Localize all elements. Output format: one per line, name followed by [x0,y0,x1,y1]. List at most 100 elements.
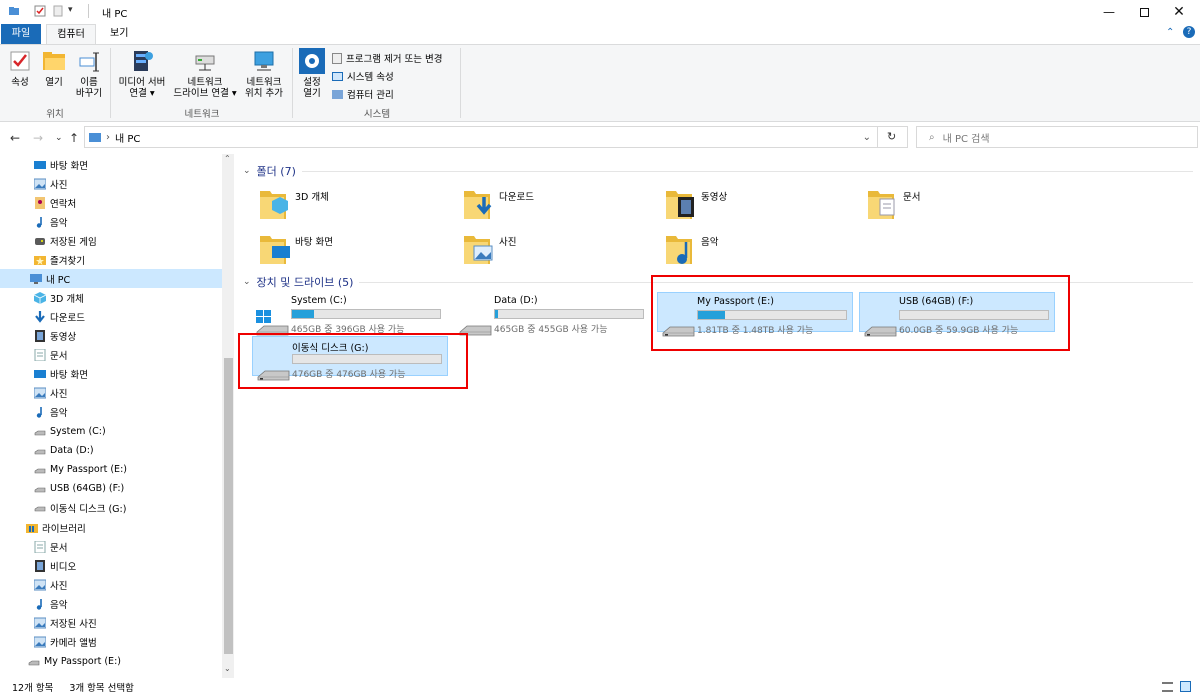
item-count: 12개 항목 [12,683,54,694]
sidebar-item[interactable]: 동영상 [0,326,222,345]
new-folder-quick-icon[interactable] [52,5,64,17]
pictures-folder-icon [462,230,496,269]
recent-locations-chevron-icon[interactable]: ⌄ [55,133,63,143]
sidebar-item[interactable]: 이동식 디스크 (G:) [0,498,222,517]
sidebar-item[interactable]: 문서 [0,345,222,364]
sidebar-item[interactable]: USB (64GB) (F:) [0,479,222,498]
collapse-ribbon-icon[interactable]: ⌃ [1166,27,1174,38]
title-bar: ▾ 내 PC — ✕ [0,0,1200,24]
system-properties-button[interactable]: 시스템 속성 [332,69,394,83]
add-network-location-button[interactable]: 네트워크 위치 추가 [240,48,288,99]
sidebar-item[interactable]: 음악 [0,212,222,231]
open-settings-button[interactable]: 설정 열기 [297,48,327,99]
properties-quick-icon[interactable] [34,5,46,17]
breadcrumb-pc[interactable]: 내 PC [115,130,140,145]
folder-item[interactable]: 음악 [664,228,844,268]
sidebar-item-label: 문서 [50,542,68,554]
sidebar-item[interactable]: 연락처 [0,193,222,212]
open-button[interactable]: 열기 [40,48,68,88]
search-box[interactable]: ⌕ 내 PC 검색 [916,126,1198,148]
sidebar-item[interactable]: 음악 [0,402,222,421]
sidebar-item[interactable]: 바탕 화면 [0,364,222,383]
drive-icon [34,502,46,514]
drive-item[interactable]: System (C:) 465GB 중 396GB 사용 가능 [252,292,448,336]
close-button[interactable]: ✕ [1162,0,1196,24]
folder-item[interactable]: 동영상 [664,183,844,223]
sidebar-item[interactable]: 사진 [0,383,222,402]
scrollbar-thumb[interactable] [224,358,233,654]
network-location-icon [251,48,277,74]
up-arrow-icon[interactable]: ↑ [69,131,79,145]
sidebar-item[interactable]: 저장된 게임 [0,231,222,250]
uninstall-icon [332,52,342,64]
sidebar-item[interactable]: Data (D:) [0,441,222,460]
search-icon: ⌕ [929,131,935,143]
folder-label: 3D 개체 [295,192,329,203]
highlight-box-e-f [651,275,1070,351]
folder-item[interactable]: 다운로드 [462,183,642,223]
sidebar-item-label: 문서 [50,350,68,362]
customize-qa-chevron-icon[interactable]: ▾ [68,5,80,17]
minimize-button[interactable]: — [1092,0,1126,24]
rename-button[interactable]: 이름 바꾸기 [72,48,106,99]
sidebar-item[interactable]: 비디오 [0,556,222,575]
documents-icon [34,540,46,553]
address-dropdown-chevron-icon[interactable]: ⌄ [863,132,871,143]
open-label: 열기 [45,77,63,88]
large-icons-view-icon[interactable] [1180,681,1191,692]
folder-item[interactable]: 바탕 화면 [258,228,438,268]
sidebar-item-label: 카메라 앨범 [50,637,97,649]
network-group-label: 네트워크 [184,109,220,120]
sidebar-item[interactable]: 사진 [0,174,222,193]
folder-item[interactable]: 3D 개체 [258,183,438,223]
capacity-bar-fill [292,310,315,318]
games-icon [34,235,46,247]
scroll-down-icon[interactable]: ⌄ [224,664,231,673]
sidebar-item[interactable]: 카메라 앨범 [0,632,222,651]
uninstall-program-button[interactable]: 프로그램 제거 또는 변경 [332,51,442,65]
scroll-up-icon[interactable]: ⌃ [224,154,231,163]
tab-computer[interactable]: 컴퓨터 [46,24,96,44]
sidebar-item[interactable]: 음악 [0,594,222,613]
folders-section-header[interactable]: ⌄ 폴더 (7) [243,163,1193,179]
download-icon [34,310,46,323]
sidebar-item[interactable]: 내 PC [0,269,222,288]
help-icon[interactable]: ? [1183,26,1195,38]
sidebar-item[interactable]: 사진 [0,575,222,594]
sidebar-item[interactable]: 문서 [0,537,222,556]
sidebar-item[interactable]: 즐겨찾기 [0,250,222,269]
refresh-icon: ↻ [887,130,897,143]
computer-management-button[interactable]: 컴퓨터 관리 [332,87,394,101]
address-bar[interactable]: › 내 PC ⌄ [84,126,878,148]
drive-item[interactable]: Data (D:) 465GB 중 455GB 사용 가능 [455,292,651,336]
folder-item[interactable]: 사진 [462,228,642,268]
sidebar-item[interactable]: 바탕 화면 [0,155,222,174]
details-view-icon[interactable] [1162,682,1173,692]
windows-drive-icon [256,310,289,336]
sidebar-item[interactable]: 다운로드 [0,307,222,326]
pc-icon [89,132,101,142]
title-separator [88,4,89,18]
sidebar-item-label: 라이브러리 [42,523,86,535]
sidebar-item-label: 음악 [50,407,68,419]
forward-arrow-icon[interactable]: → [33,131,43,145]
tab-view[interactable]: 보기 [100,24,138,44]
pictures-icon [34,178,46,190]
computer-management-icon [332,89,343,99]
sidebar-item[interactable]: My Passport (E:) [0,652,222,671]
map-network-drive-button[interactable]: 네트워크 드라이브 연결 ▾ [172,48,238,99]
sidebar-item[interactable]: 저장된 사진 [0,613,222,632]
media-server-label-1: 미디어 서버 [118,77,166,88]
properties-button[interactable]: 속성 [6,48,34,88]
back-arrow-icon[interactable]: ← [10,131,20,145]
sidebar-item[interactable]: System (C:) [0,422,222,441]
tab-file[interactable]: 파일 [1,24,41,44]
sidebar-item[interactable]: 라이브러리 [0,518,222,537]
refresh-button[interactable]: ↻ [878,126,908,148]
maximize-button[interactable] [1127,0,1161,24]
sidebar-item[interactable]: 3D 개체 [0,288,222,307]
media-server-button[interactable]: 미디어 서버 연결 ▾ [114,48,170,99]
computer-management-label: 컴퓨터 관리 [347,90,394,101]
sidebar-item[interactable]: My Passport (E:) [0,460,222,479]
folder-item[interactable]: 문서 [866,183,1046,223]
